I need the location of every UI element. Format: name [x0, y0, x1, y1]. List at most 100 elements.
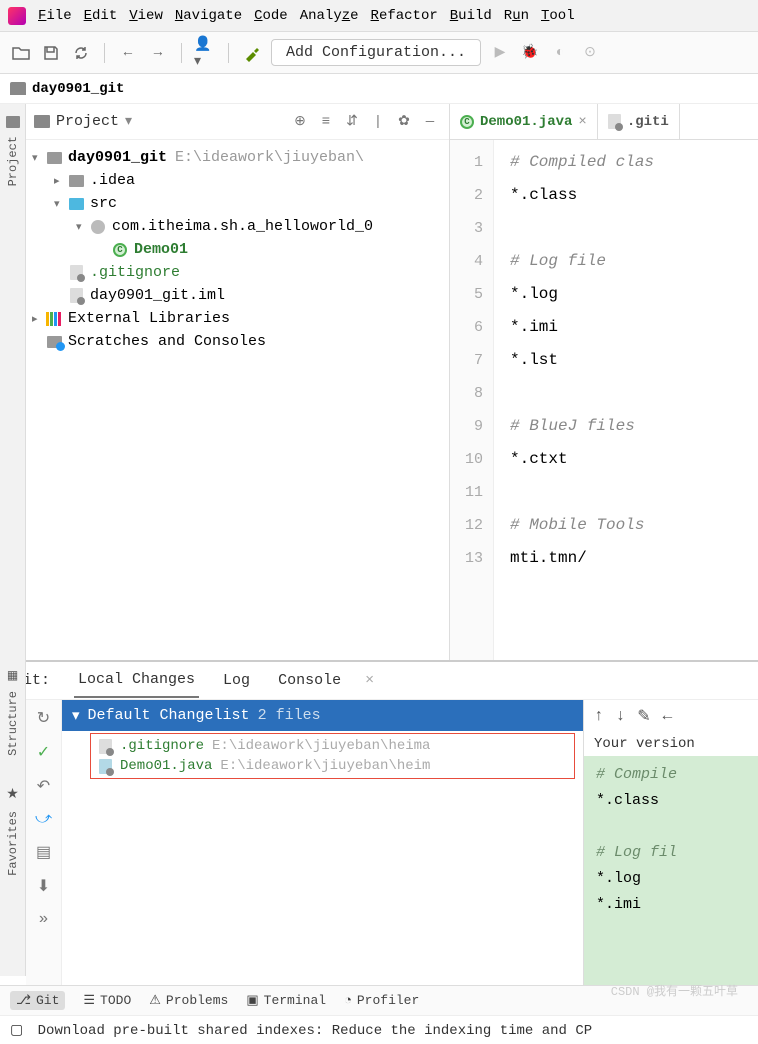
status-text: Download pre-built shared indexes: Reduc… — [38, 1023, 593, 1039]
folder-icon — [10, 82, 26, 95]
menu-edit[interactable]: Edit — [84, 8, 118, 24]
file-icon — [99, 739, 112, 754]
profile-icon[interactable]: ⊙ — [579, 42, 601, 64]
tree-package[interactable]: ▾ com.itheima.sh.a_helloworld_0 — [26, 215, 449, 238]
changed-file-row[interactable]: Demo01.java E:\ideawork\jiuyeban\heim — [91, 756, 574, 776]
menu-refactor[interactable]: Refactor — [371, 8, 438, 24]
menu-navigate[interactable]: Navigate — [175, 8, 242, 24]
prev-diff-icon[interactable]: ↑ — [594, 707, 604, 725]
commit-icon[interactable]: ✓ — [37, 742, 50, 762]
changelist-header[interactable]: ▾ Default Changelist 2 files — [62, 700, 583, 731]
java-class-icon: C — [460, 115, 474, 129]
favorites-rail-label[interactable]: Favorites — [6, 811, 20, 876]
menu-analyze[interactable]: Analyze — [300, 8, 359, 24]
bottom-profiler[interactable]: ◔Profiler — [344, 993, 419, 1008]
git-side-tools: ↻ ✓ ↶ ⤻ ▤ ⬇ » — [26, 700, 62, 985]
tab-gitignore[interactable]: .giti — [598, 104, 680, 139]
tree-external-libs[interactable]: ▸ External Libraries — [26, 307, 449, 330]
save-icon[interactable] — [40, 42, 62, 64]
structure-rail-label[interactable]: Structure — [6, 700, 20, 756]
editor-body[interactable]: 12345678910111213 # Compiled clas*.class… — [450, 140, 758, 660]
left-tool-rail: Project — [0, 104, 26, 660]
profiler-icon: ◔ — [344, 993, 352, 1008]
coverage-icon[interactable]: ◐ — [549, 42, 571, 64]
close-icon[interactable]: × — [365, 672, 374, 689]
settings-icon[interactable]: ✿ — [393, 111, 415, 133]
git-panel: Git: Local Changes Log Console × ▦ Struc… — [0, 660, 758, 985]
more-icon[interactable]: » — [39, 910, 49, 928]
menu-view[interactable]: View — [129, 8, 163, 24]
close-icon[interactable]: × — [578, 114, 586, 130]
next-diff-icon[interactable]: ↓ — [616, 707, 626, 725]
bottom-problems[interactable]: ⚠Problems — [149, 993, 228, 1008]
project-rail-label[interactable]: Project — [6, 136, 20, 186]
menu-code[interactable]: Code — [254, 8, 288, 24]
menu-tools[interactable]: Tool — [541, 8, 575, 24]
favorites-star-icon[interactable]: ★ — [6, 786, 19, 803]
menu-file[interactable]: File — [38, 8, 72, 24]
run-icon[interactable]: ▶ — [489, 42, 511, 64]
status-icon: ▢ — [10, 1023, 23, 1039]
project-panel-title[interactable]: Project — [56, 113, 119, 130]
diff-panel: ↑ ↓ ✎ ← Your version # Compile*.class # … — [583, 700, 758, 985]
terminal-icon: ▣ — [246, 993, 258, 1008]
editor-area: C Demo01.java × .giti 12345678910111213 … — [450, 104, 758, 660]
build-icon[interactable] — [241, 42, 263, 64]
tree-gitignore[interactable]: .gitignore — [26, 261, 449, 284]
git-panel-tabs: Git: Local Changes Log Console × — [0, 662, 758, 700]
branch-icon: ⎇ — [16, 993, 31, 1008]
status-bar: ▢ Download pre-built shared indexes: Red… — [0, 1015, 758, 1044]
breadcrumb: day0901_git — [0, 74, 758, 104]
edit-icon[interactable]: ✎ — [637, 706, 650, 726]
refresh-icon[interactable]: ↻ — [37, 708, 50, 728]
tree-iml[interactable]: day0901_git.iml — [26, 284, 449, 307]
tree-scratches[interactable]: Scratches and Consoles — [26, 330, 449, 353]
bottom-terminal[interactable]: ▣Terminal — [246, 993, 326, 1008]
shelve-icon[interactable]: ⬇ — [37, 876, 50, 896]
file-icon — [608, 114, 621, 129]
tree-idea[interactable]: ▸ .idea — [26, 169, 449, 192]
menu-build[interactable]: Build — [450, 8, 492, 24]
tab-console[interactable]: Console — [274, 664, 345, 697]
bottom-git[interactable]: ⎇Git — [10, 991, 65, 1010]
tree-demo-file[interactable]: C Demo01 — [26, 238, 449, 261]
open-icon[interactable] — [10, 42, 32, 64]
breadcrumb-project[interactable]: day0901_git — [32, 81, 124, 97]
collapse-icon[interactable]: ⇵ — [341, 111, 363, 133]
run-config-button[interactable]: Add Configuration... — [271, 39, 481, 66]
editor-tabs: C Demo01.java × .giti — [450, 104, 758, 140]
hide-icon[interactable]: — — [419, 111, 441, 133]
back-icon[interactable]: ← — [663, 707, 673, 725]
bottom-todo[interactable]: ☰TODO — [83, 993, 131, 1008]
menu-run[interactable]: Run — [504, 8, 529, 24]
tree-root[interactable]: ▾ day0901_git E:\ideawork\jiuyeban\ — [26, 146, 449, 169]
forward-icon[interactable]: → — [147, 42, 169, 64]
diff-toolbar: ↑ ↓ ✎ ← — [584, 700, 758, 732]
toolbar: ← → 👤▾ Add Configuration... ▶ 🐞 ◐ ⊙ — [0, 32, 758, 74]
tab-local-changes[interactable]: Local Changes — [74, 663, 199, 698]
separator — [228, 43, 229, 63]
project-rail-icon[interactable] — [6, 116, 20, 128]
code-content[interactable]: # Compiled clas*.class # Log file*.log*.… — [494, 140, 758, 660]
chevron-down-icon: ▾ — [72, 706, 80, 725]
project-panel: Project ▾ ⊕ ≡ ⇵ | ✿ — ▾ day0901_git E:\i… — [26, 104, 450, 660]
locate-icon[interactable]: ⊕ — [289, 111, 311, 133]
changed-file-row[interactable]: .gitignore E:\ideawork\jiuyeban\heima — [91, 736, 574, 756]
project-panel-header: Project ▾ ⊕ ≡ ⇵ | ✿ — — [26, 104, 449, 140]
tab-demo01[interactable]: C Demo01.java × — [450, 104, 598, 139]
separator — [181, 43, 182, 63]
tree-src[interactable]: ▾ src — [26, 192, 449, 215]
git-changes-list: ▾ Default Changelist 2 files .gitignore … — [62, 700, 583, 985]
expand-icon[interactable]: ≡ — [315, 111, 337, 133]
file-icon — [99, 759, 112, 774]
rollback-icon[interactable]: ↶ — [37, 776, 50, 796]
changelist-icon[interactable]: ▤ — [36, 842, 51, 862]
diff-icon[interactable]: ⤻ — [35, 810, 52, 828]
diff-code[interactable]: # Compile*.class # Log fil*.log*.imi — [584, 756, 758, 985]
chevron-down-icon[interactable]: ▾ — [125, 113, 132, 130]
debug-icon[interactable]: 🐞 — [519, 42, 541, 64]
back-icon[interactable]: ← — [117, 42, 139, 64]
user-dropdown-icon[interactable]: 👤▾ — [194, 42, 216, 64]
tab-log[interactable]: Log — [219, 664, 254, 697]
refresh-icon[interactable] — [70, 42, 92, 64]
